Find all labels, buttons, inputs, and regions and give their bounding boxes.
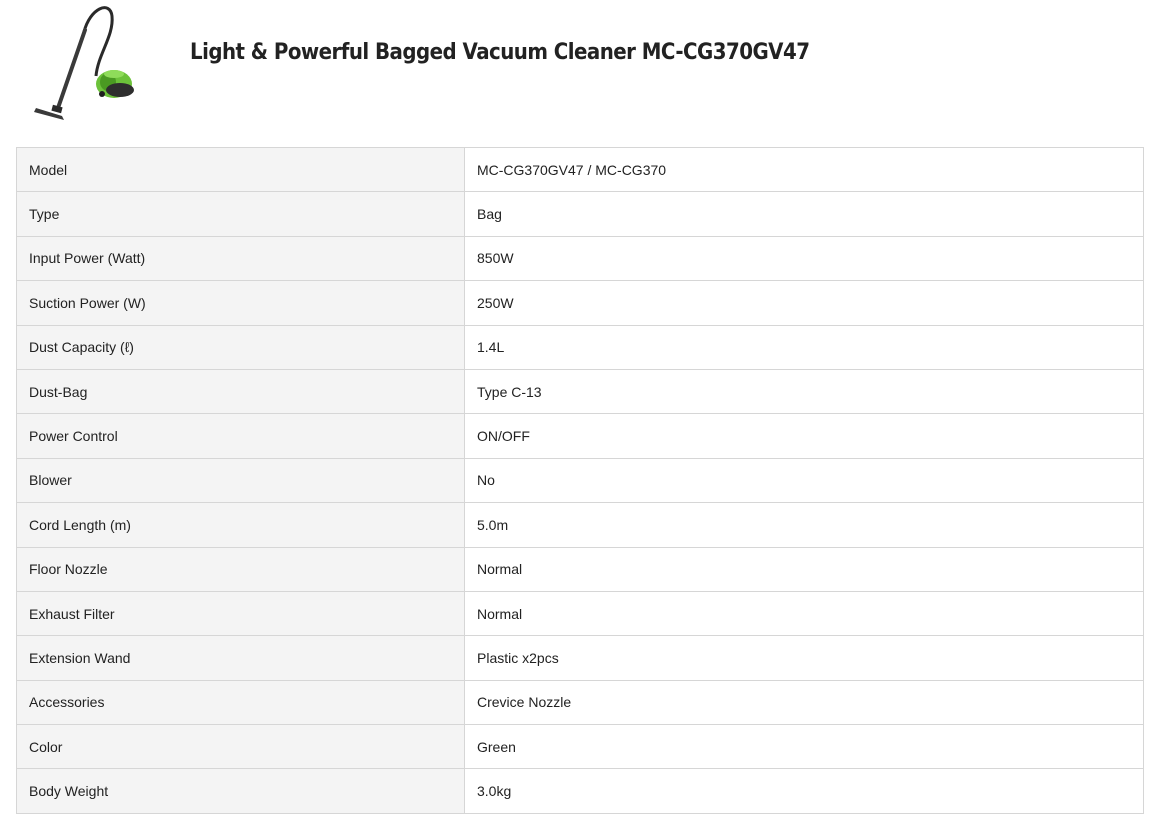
spec-row-extension-wand: Extension Wand Plastic x2pcs — [16, 635, 1144, 681]
spec-row-input-power: Input Power (Watt) 850W — [16, 235, 1144, 282]
spec-label: Dust Capacity (ℓ) — [16, 324, 465, 370]
spec-row-exhaust-filter: Exhaust Filter Normal — [16, 590, 1144, 637]
spec-value: MC-CG370GV47 / MC-CG370 — [464, 146, 1144, 193]
spec-row-power-control: Power Control ON/OFF — [16, 413, 1144, 459]
spec-value: Type C-13 — [464, 368, 1144, 415]
vacuum-cleaner-image — [34, 6, 134, 120]
spec-row-floor-nozzle: Floor Nozzle Normal — [16, 546, 1144, 592]
spec-value: Normal — [464, 590, 1144, 637]
specifications-table-body: Model MC-CG370GV47 / MC-CG370 Type Bag I… — [16, 146, 1144, 814]
spec-row-blower: Blower No — [16, 457, 1144, 504]
spec-row-body-weight: Body Weight 3.0kg — [16, 768, 1144, 814]
spec-row-cord-length: Cord Length (m) 5.0m — [16, 502, 1144, 548]
product-header: Light & Powerful Bagged Vacuum Cleaner M… — [0, 0, 1161, 140]
spec-value: ON/OFF — [464, 413, 1144, 459]
spec-label: Blower — [16, 457, 465, 504]
spec-row-accessories: Accessories Crevice Nozzle — [16, 679, 1144, 726]
spec-value: Crevice Nozzle — [464, 679, 1144, 726]
spec-value: 1.4L — [464, 324, 1144, 370]
spec-value: 250W — [464, 280, 1144, 326]
spec-row-suction-power: Suction Power (W) 250W — [16, 280, 1144, 326]
spec-label: Model — [16, 146, 465, 193]
spec-label: Type — [16, 191, 465, 237]
spec-row-dust-bag: Dust-Bag Type C-13 — [16, 368, 1144, 415]
spec-label: Accessories — [16, 679, 465, 726]
product-title: Light & Powerful Bagged Vacuum Cleaner M… — [190, 40, 810, 65]
spec-value: No — [464, 457, 1144, 504]
spec-value: Green — [464, 724, 1144, 770]
spec-label: Extension Wand — [16, 635, 465, 681]
spec-label: Body Weight — [16, 768, 465, 814]
spec-value: 5.0m — [464, 502, 1144, 548]
spec-value: 850W — [464, 235, 1144, 282]
spec-value: Plastic x2pcs — [464, 635, 1144, 681]
spec-label: Power Control — [16, 413, 465, 459]
spec-row-model: Model MC-CG370GV47 / MC-CG370 — [16, 146, 1144, 193]
spec-value: 3.0kg — [464, 768, 1144, 814]
spec-value: Normal — [464, 546, 1144, 592]
spec-label: Input Power (Watt) — [16, 235, 465, 282]
spec-row-dust-capacity: Dust Capacity (ℓ) 1.4L — [16, 324, 1144, 370]
spec-label: Floor Nozzle — [16, 546, 465, 592]
spec-label: Exhaust Filter — [16, 590, 465, 637]
spec-label: Cord Length (m) — [16, 502, 465, 548]
specifications-table: Model MC-CG370GV47 / MC-CG370 Type Bag I… — [16, 146, 1144, 814]
spec-value: Bag — [464, 191, 1144, 237]
spec-row-color: Color Green — [16, 724, 1144, 770]
spec-label: Dust-Bag — [16, 368, 465, 415]
spec-label: Suction Power (W) — [16, 280, 465, 326]
spec-label: Color — [16, 724, 465, 770]
spec-row-type: Type Bag — [16, 191, 1144, 237]
